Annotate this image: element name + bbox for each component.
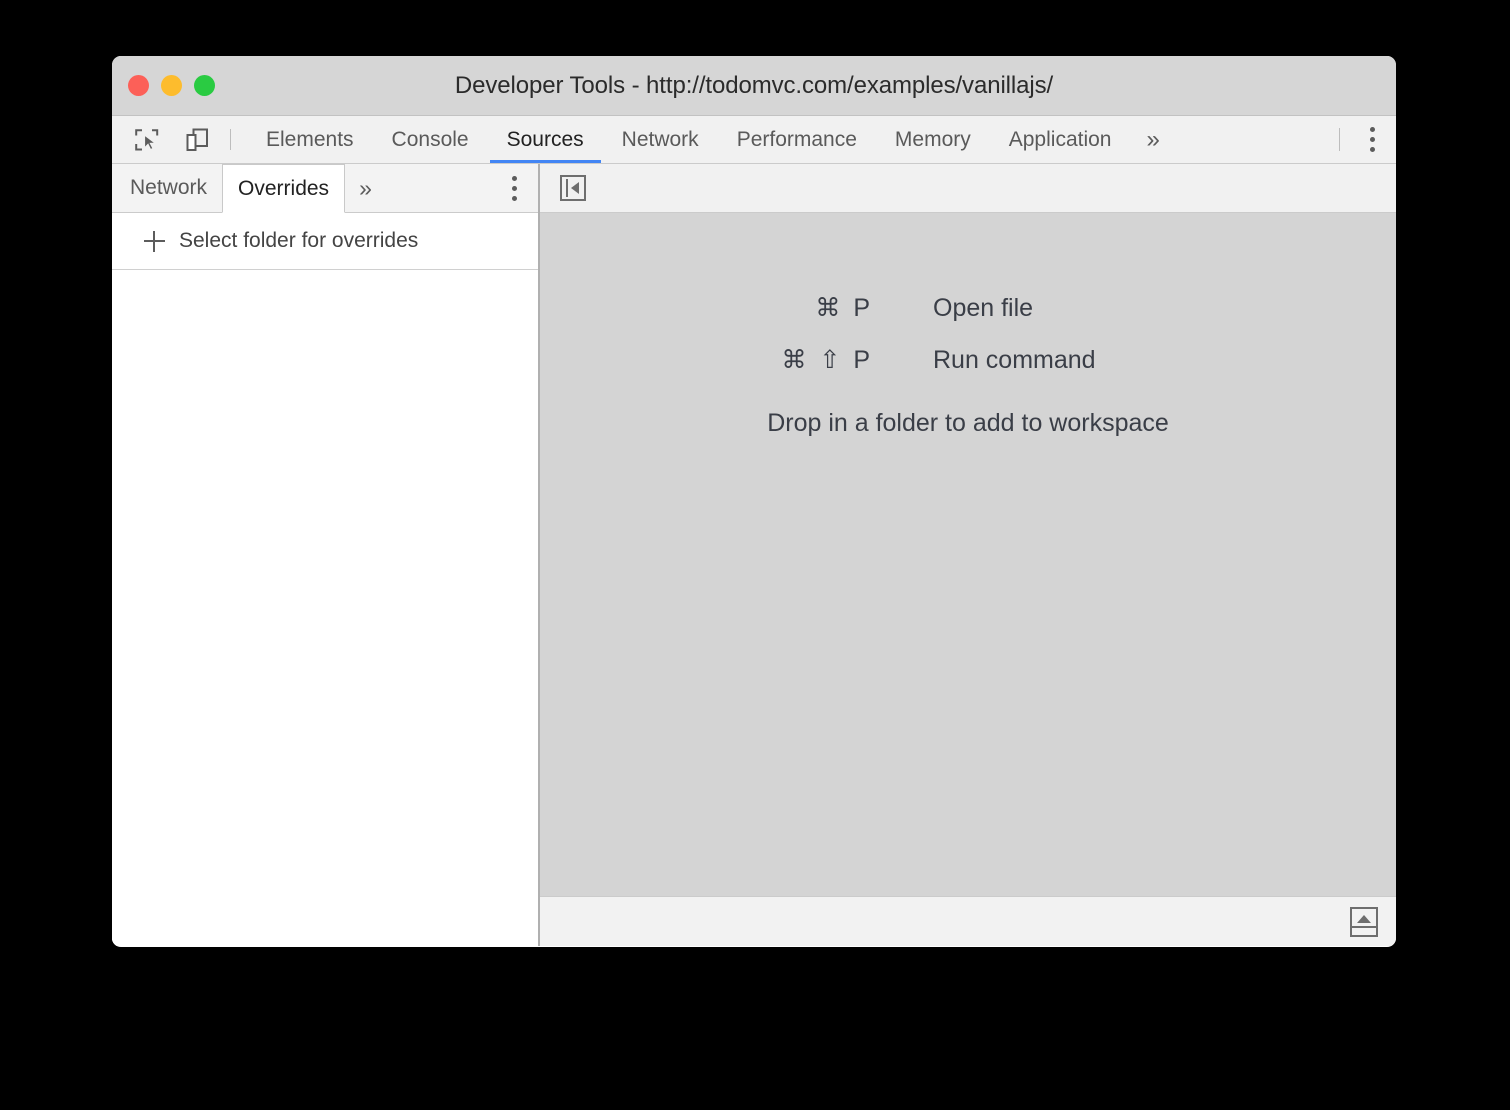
hint-drop-folder: Drop in a folder to add to workspace [767,409,1169,438]
more-vertical-icon-dot-1 [1370,127,1375,132]
chevron-double-right-icon: » [1146,126,1159,154]
show-navigator-icon-bar [566,179,568,197]
tab-console-label: Console [392,128,469,152]
navigator-tab-network-label: Network [130,176,207,200]
tab-network[interactable]: Network [603,116,718,163]
navigator-tab-overrides[interactable]: Overrides [222,164,345,213]
navigator-tabbar: Network Overrides » [112,164,538,213]
tab-performance-label: Performance [737,128,857,152]
editor-pane: ⌘ P Open file ⌘ ⇧ P Run command Drop in … [540,164,1396,946]
window-titlebar: Developer Tools - http://todomvc.com/exa… [112,56,1396,116]
device-toolbar-icon [184,127,210,153]
inspect-element-button[interactable] [122,116,172,163]
editor-hints: ⌘ P Open file ⌘ ⇧ P Run command Drop in … [540,293,1396,438]
toolbar-spacer [1176,116,1331,163]
navigator-tabbar-spacer [386,164,490,212]
more-vertical-icon-dot-1 [512,176,517,181]
tab-network-label: Network [622,128,699,152]
more-vertical-icon-dot-2 [1370,137,1375,142]
navigator-tabs-overflow-button[interactable]: » [345,164,386,212]
select-folder-for-overrides-button[interactable]: Select folder for overrides [112,213,538,270]
toggle-device-toolbar-button[interactable] [172,116,222,163]
tab-sources[interactable]: Sources [488,116,603,163]
more-vertical-icon-dot-2 [512,186,517,191]
show-drawer-button[interactable] [1350,907,1378,937]
hint-open-file-keys: ⌘ P [703,293,933,323]
show-drawer-icon-bar [1352,926,1376,928]
panel-tabs: Elements Console Sources Network Perform… [247,116,1130,163]
window-title: Developer Tools - http://todomvc.com/exa… [112,56,1396,115]
tab-elements-label: Elements [266,128,354,152]
tab-application[interactable]: Application [990,116,1131,163]
tab-sources-label: Sources [507,128,584,152]
more-vertical-icon-dot-3 [512,196,517,201]
main-toolbar: Elements Console Sources Network Perform… [112,116,1396,164]
customize-devtools-button[interactable] [1348,116,1396,163]
navigator-tab-overrides-label: Overrides [238,177,329,201]
show-navigator-button[interactable] [560,175,586,201]
devtools-body: Network Overrides » Select folder for ov… [112,164,1396,946]
more-vertical-icon-dot-3 [1370,147,1375,152]
editor-empty-state: ⌘ P Open file ⌘ ⇧ P Run command Drop in … [540,213,1396,896]
tab-performance[interactable]: Performance [718,116,876,163]
navigator-pane: Network Overrides » Select folder for ov… [112,164,540,946]
hint-open-file: ⌘ P Open file [703,293,1233,323]
tab-elements[interactable]: Elements [247,116,373,163]
tab-application-label: Application [1009,128,1112,152]
tab-memory[interactable]: Memory [876,116,990,163]
toolbar-divider [230,129,231,150]
show-navigator-icon-arrow [571,182,579,194]
navigator-file-list [112,270,538,946]
tab-memory-label: Memory [895,128,971,152]
tab-console[interactable]: Console [373,116,488,163]
panel-tabs-overflow-button[interactable]: » [1130,116,1175,163]
navigator-more-options-button[interactable] [490,164,538,212]
hint-open-file-description: Open file [933,294,1233,323]
show-drawer-icon-arrow [1357,915,1371,923]
hint-run-command-description: Run command [933,346,1233,375]
editor-statusbar [540,896,1396,946]
hint-run-command-keys: ⌘ ⇧ P [703,345,933,375]
editor-toolbar [540,164,1396,213]
inspect-element-icon [134,127,160,153]
hint-run-command: ⌘ ⇧ P Run command [703,345,1233,375]
navigator-tab-network[interactable]: Network [112,164,222,212]
toolbar-divider-right [1339,128,1340,151]
select-folder-for-overrides-label: Select folder for overrides [179,229,418,253]
devtools-window: Developer Tools - http://todomvc.com/exa… [112,56,1396,947]
plus-icon [144,231,165,252]
chevron-double-right-icon: » [359,175,372,202]
